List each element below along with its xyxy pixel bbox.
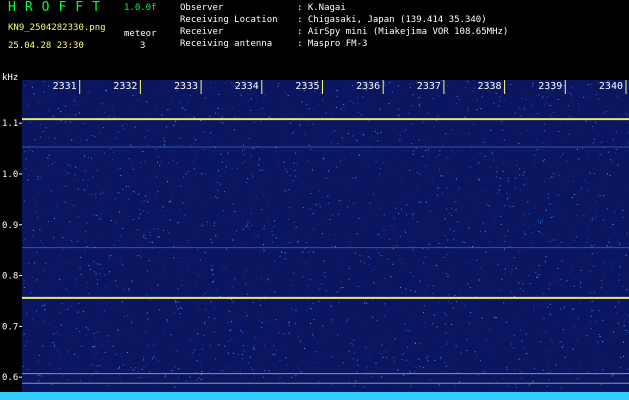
receiver-value: : AirSpy mini (Miakejima VOR 108.65MHz) xyxy=(297,27,509,37)
time-label: 2334 xyxy=(235,81,259,92)
noise-floor-band xyxy=(0,392,629,400)
antenna-value: : Maspro FM-3 xyxy=(297,39,368,49)
frequency-label: 0.8 xyxy=(2,272,18,282)
time-label: 2336 xyxy=(356,81,380,92)
file-name: KN9_2504282330.png xyxy=(8,23,106,33)
mode-label: meteor xyxy=(124,29,157,39)
frequency-label: 1.0 xyxy=(2,170,18,180)
app-title: HROFFT xyxy=(8,0,109,15)
echo-count: 3 xyxy=(140,41,146,51)
noise-floor xyxy=(0,392,629,400)
receiver-label: Receiver xyxy=(180,27,224,37)
location-value: : Chigasaki, Japan (139.414 35.340) xyxy=(297,15,487,25)
location-label: Receiving Location xyxy=(180,15,278,25)
frequency-label: 0.7 xyxy=(2,322,18,332)
timestamp: 25.04.28 23:30 xyxy=(8,41,84,51)
time-label: 2333 xyxy=(174,81,198,92)
spectrogram: 2331 2332 2333 2334 2335 2336 2337 2338 2339 2340… xyxy=(0,80,629,400)
frequency-label: 1.1 xyxy=(2,119,18,129)
spectrogram-background xyxy=(22,80,629,400)
frequency-label: 0.6 xyxy=(2,373,18,383)
frequency-axis-labels: 1.1 1.0 0.9 0.8 0.7 0.6 xyxy=(2,119,22,383)
time-label: 2340 xyxy=(599,81,623,92)
antenna-label: Receiving antenna xyxy=(180,39,273,49)
observer-label: Observer xyxy=(180,3,224,13)
time-label: 2337 xyxy=(417,81,441,92)
time-label: 2338 xyxy=(478,81,502,92)
time-label: 2335 xyxy=(295,81,319,92)
version-label: 1.0.0f xyxy=(124,3,157,13)
time-label: 2339 xyxy=(538,81,562,92)
time-label: 2332 xyxy=(113,81,137,92)
frequency-label: 0.9 xyxy=(2,221,18,231)
time-label: 2331 xyxy=(53,81,77,92)
observer-value: : K.Nagai xyxy=(297,3,346,13)
